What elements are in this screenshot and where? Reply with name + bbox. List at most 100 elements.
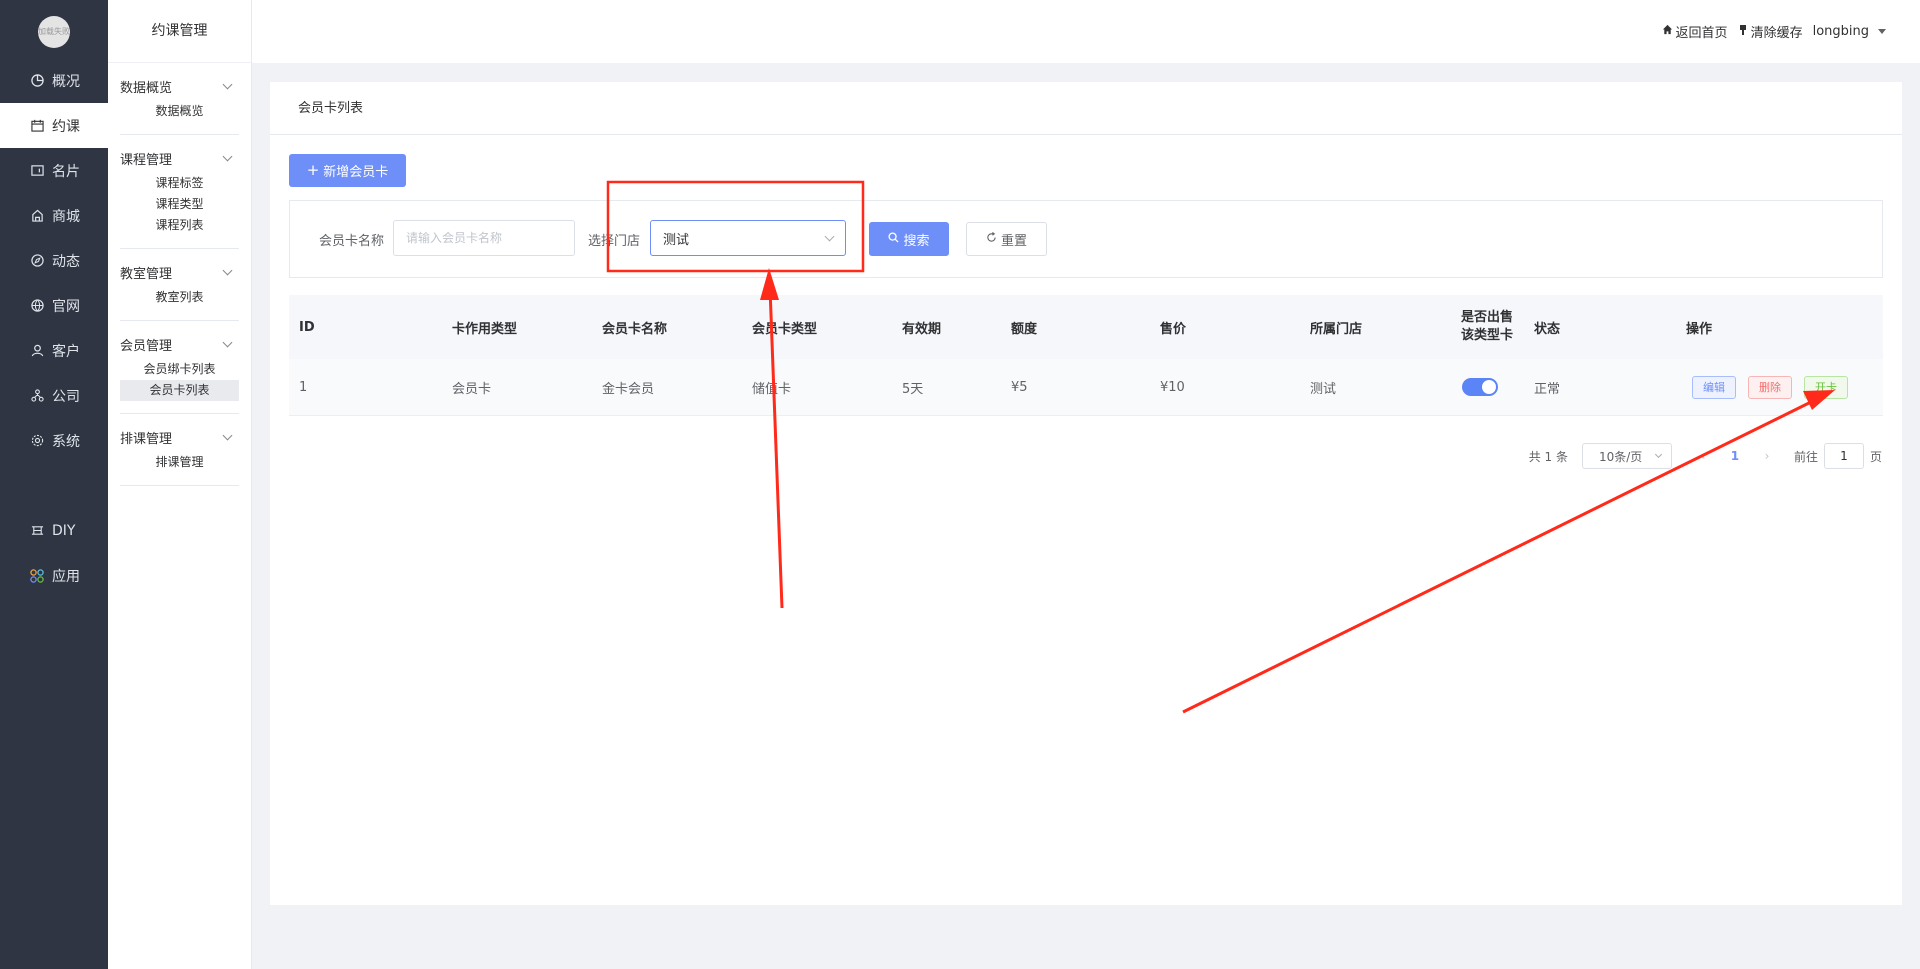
cell-on-sale [1462, 359, 1498, 415]
nav-item-company[interactable]: 公司 [0, 373, 108, 418]
col-amount: 额度 [1011, 321, 1038, 337]
group-header[interactable]: 排课管理 [120, 422, 239, 452]
cell-amount: ¥5 [1011, 379, 1028, 395]
group-header[interactable]: 会员管理 [120, 329, 239, 359]
org-icon [30, 389, 44, 403]
cell-id: 1 [299, 379, 308, 395]
chevron-down-icon [824, 231, 835, 242]
calendar-icon [30, 119, 44, 133]
subnav-group-course: 课程管理 课程标签 课程类型 课程列表 [120, 135, 239, 249]
clear-cache-link[interactable]: 清除缓存 [1738, 22, 1803, 41]
subnav-title: 约课管理 [108, 0, 251, 63]
delete-button[interactable]: 删除 [1748, 375, 1792, 399]
subnav-item[interactable]: 会员绑卡列表 [120, 359, 239, 380]
pagination: 共 1 条 10条/页 ‹ 1 › 前往 页 [1529, 443, 1882, 469]
top-bar: 返回首页 清除缓存 longbing [252, 0, 1920, 63]
nav-item-system[interactable]: 系统 [0, 418, 108, 463]
nav-item-website[interactable]: 官网 [0, 283, 108, 328]
subnav-item[interactable]: 课程类型 [120, 194, 239, 215]
reset-button[interactable]: 重置 [966, 222, 1047, 256]
cell-validity: 5天 [902, 381, 924, 397]
caret-down-icon [1878, 29, 1886, 34]
pagination-total: 共 1 条 [1528, 449, 1568, 464]
card-icon [30, 164, 44, 178]
group-header[interactable]: 数据概览 [120, 71, 239, 101]
secondary-sidebar: 约课管理 数据概览 数据概览 课程管理 课程标签 课程类型 课程列表 教室管理 … [108, 0, 252, 969]
open-card-button[interactable]: 开卡 [1804, 375, 1848, 399]
nav-item-customer[interactable]: 客户 [0, 328, 108, 373]
subnav-item[interactable]: 数据概览 [120, 101, 239, 122]
home-link[interactable]: 返回首页 [1662, 22, 1728, 41]
subnav-item[interactable]: 课程标签 [120, 173, 239, 194]
cell-store: 测试 [1310, 381, 1337, 397]
chevron-down-icon [222, 337, 233, 347]
card-name-input[interactable] [393, 220, 575, 256]
nav-item-apps[interactable]: 应用 [0, 553, 108, 598]
card-name-label: 会员卡名称 [319, 234, 385, 249]
card-table: ID 卡作用类型 会员卡名称 会员卡类型 有效期 额度 售价 所属门店 是否出售… [289, 295, 1883, 416]
page-number[interactable]: 1 [1716, 449, 1754, 463]
content-panel: 会员卡列表 + 新增会员卡 会员卡名称 选择门店 测试 搜索 重置 ID 卡作用… [270, 82, 1902, 905]
subnav-item[interactable]: 排课管理 [120, 452, 239, 473]
on-sale-toggle[interactable] [1462, 378, 1498, 396]
cell-card-use-type: 会员卡 [452, 381, 492, 397]
nav-item-diy[interactable]: DIY [0, 508, 108, 553]
group-header[interactable]: 课程管理 [120, 143, 239, 173]
nav-item-shop[interactable]: 商城 [0, 193, 108, 238]
diy-icon [30, 524, 44, 538]
cell-status: 正常 [1534, 381, 1561, 397]
nav-item-card[interactable]: 名片 [0, 148, 108, 193]
store-label: 选择门店 [588, 234, 641, 249]
subnav-item[interactable]: 教室列表 [120, 287, 239, 308]
refresh-icon [986, 231, 997, 247]
brush-icon [1738, 24, 1748, 40]
add-card-button[interactable]: + 新增会员卡 [289, 154, 406, 187]
shop-icon [30, 209, 44, 223]
col-on-sale: 是否出售 该类型卡 [1461, 310, 1514, 343]
subnav-group-classroom: 教室管理 教室列表 [120, 249, 239, 321]
chevron-down-icon [222, 79, 233, 89]
col-card-name: 会员卡名称 [602, 321, 668, 337]
compass-icon [30, 254, 44, 268]
main-sidebar: 加载失败 概况 约课 名片 商城 动态 官网 客户 公司 系统 DIY 应用 [0, 0, 108, 969]
nav-item-booking[interactable]: 约课 [0, 103, 108, 148]
subnav-group-member: 会员管理 会员绑卡列表 会员卡列表 [120, 321, 239, 414]
user-icon [30, 344, 44, 358]
chevron-down-icon [222, 265, 233, 275]
table-row: 1 会员卡 金卡会员 储值卡 5天 ¥5 ¥10 测试 正常 编辑 删除 开卡 [289, 359, 1883, 416]
col-price: 售价 [1160, 321, 1187, 337]
subnav-group-schedule: 排课管理 排课管理 [120, 414, 239, 486]
col-id: ID [299, 319, 315, 335]
store-select[interactable]: 测试 [650, 220, 846, 256]
user-menu[interactable]: longbing [1813, 24, 1886, 39]
search-icon [888, 231, 900, 247]
globe-icon [30, 299, 44, 313]
edit-button[interactable]: 编辑 [1692, 375, 1736, 399]
chevron-down-icon [1654, 450, 1663, 459]
col-card-type: 会员卡类型 [752, 321, 818, 337]
home-icon [1662, 24, 1673, 39]
cell-card-type: 储值卡 [752, 381, 792, 397]
chevron-down-icon [222, 430, 233, 440]
cell-price: ¥10 [1160, 379, 1185, 395]
nav-item-dynamic[interactable]: 动态 [0, 238, 108, 283]
page-suffix: 页 [1869, 449, 1882, 464]
next-page-icon[interactable]: › [1754, 449, 1780, 463]
nav-item-overview[interactable]: 概况 [0, 58, 108, 103]
col-actions: 操作 [1686, 321, 1713, 337]
subnav-group-data: 数据概览 数据概览 [120, 63, 239, 135]
group-header[interactable]: 教室管理 [120, 257, 239, 287]
gear-icon [30, 434, 44, 448]
col-status: 状态 [1534, 321, 1561, 337]
search-button[interactable]: 搜索 [869, 222, 949, 256]
logo: 加载失败 [38, 16, 70, 48]
goto-page-input[interactable] [1823, 443, 1864, 469]
prev-page-icon[interactable]: ‹ [1690, 449, 1716, 463]
cell-card-name: 金卡会员 [602, 381, 655, 397]
table-header: ID 卡作用类型 会员卡名称 会员卡类型 有效期 额度 售价 所属门店 是否出售… [289, 295, 1883, 359]
page-size-select[interactable]: 10条/页 [1581, 443, 1672, 469]
col-validity: 有效期 [902, 321, 942, 337]
subnav-item[interactable]: 课程列表 [120, 215, 239, 236]
panel-title: 会员卡列表 [270, 82, 1902, 135]
subnav-item-active[interactable]: 会员卡列表 [120, 380, 239, 401]
